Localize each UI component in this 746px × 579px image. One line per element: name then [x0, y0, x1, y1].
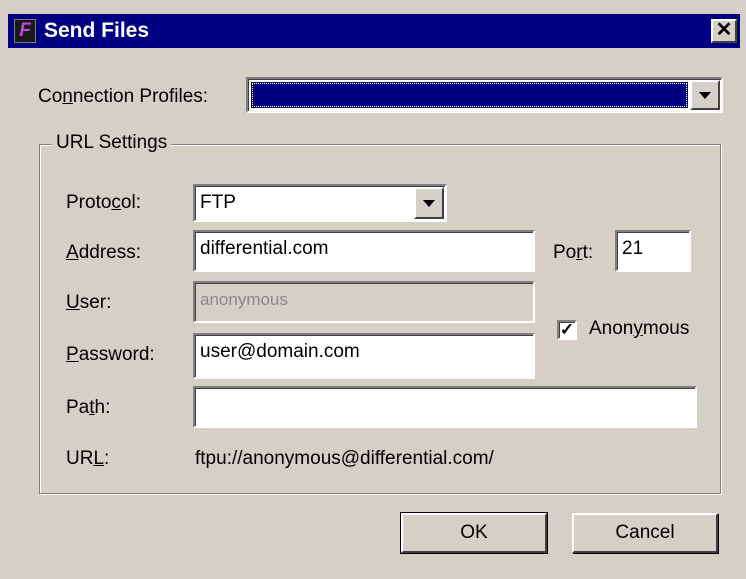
title-bar[interactable]: F Send Files ✕: [8, 14, 740, 48]
address-label: Address:: [66, 242, 141, 263]
send-files-dialog: F Send Files ✕ Connection Profiles: URL …: [0, 0, 746, 579]
window-title: Send Files: [44, 19, 150, 42]
user-label: User:: [66, 292, 112, 313]
port-field[interactable]: 21: [615, 230, 691, 272]
url-value: ftpu://anonymous@differential.com/: [195, 448, 494, 469]
path-label: Path:: [66, 397, 111, 418]
chevron-down-icon: [423, 200, 435, 207]
port-label: Port:: [553, 242, 594, 263]
checkmark-icon: ✓: [559, 320, 575, 339]
close-icon: ✕: [715, 19, 733, 41]
user-value: anonymous: [200, 290, 288, 309]
ok-button[interactable]: OK: [400, 512, 548, 554]
path-field[interactable]: [193, 386, 697, 428]
protocol-value: FTP: [200, 192, 236, 213]
url-label: URL:: [66, 448, 110, 469]
address-value: differential.com: [200, 238, 329, 259]
user-field[interactable]: anonymous: [193, 281, 535, 323]
protocol-dropdown-button[interactable]: [414, 187, 444, 219]
port-value: 21: [622, 238, 644, 259]
app-f-icon: F: [14, 19, 36, 43]
cancel-button[interactable]: Cancel: [572, 513, 718, 553]
chevron-down-icon: [699, 92, 711, 99]
connection-profiles-dropdown[interactable]: [246, 77, 723, 113]
password-label: Password:: [66, 344, 155, 365]
anonymous-checkbox[interactable]: ✓: [557, 320, 577, 340]
connection-profiles-selection: [251, 82, 688, 108]
address-field[interactable]: differential.com: [193, 230, 535, 272]
connection-profiles-dropdown-button[interactable]: [690, 80, 720, 110]
protocol-dropdown[interactable]: FTP: [193, 184, 447, 222]
protocol-label: Protocol:: [66, 192, 141, 213]
url-settings-title: URL Settings: [52, 130, 172, 156]
password-field[interactable]: user@domain.com: [193, 333, 535, 379]
password-value: user@domain.com: [200, 341, 360, 362]
close-button[interactable]: ✕: [711, 19, 737, 43]
connection-profiles-label: Connection Profiles:: [38, 86, 209, 107]
anonymous-label[interactable]: Anonymous: [589, 316, 689, 342]
